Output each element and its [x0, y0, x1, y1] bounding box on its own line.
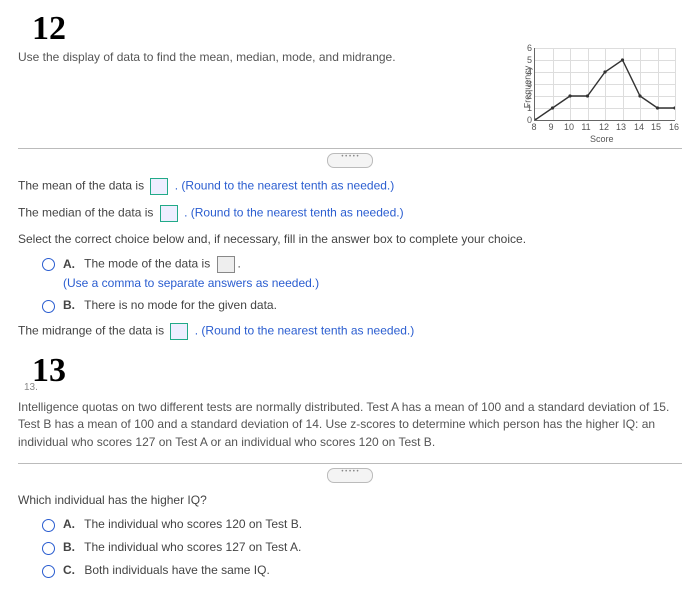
q13-paragraph: Intelligence quotas on two different tes… [18, 399, 682, 451]
option-text: The individual who scores 120 on Test B. [84, 517, 302, 531]
median-hint: . (Round to the nearest tenth as needed.… [184, 206, 403, 220]
xtick: 12 [596, 122, 612, 132]
chart-line [535, 48, 675, 120]
q13-option-b[interactable]: B. The individual who scores 127 on Test… [42, 540, 682, 555]
q13-question: Which individual has the higher IQ? [18, 493, 682, 507]
printed-q13-number: 13. [24, 382, 682, 393]
ytick: 3 [520, 79, 532, 89]
midrange-line: The midrange of the data is . (Round to … [18, 323, 682, 340]
radio-icon[interactable] [42, 565, 55, 578]
mean-input[interactable] [150, 178, 168, 195]
section-divider [18, 463, 682, 464]
section-divider [18, 148, 682, 149]
radio-icon[interactable] [42, 519, 55, 532]
q13-option-a[interactable]: A. The individual who scores 120 on Test… [42, 517, 682, 532]
xtick: 9 [543, 122, 559, 132]
option-hint: (Use a comma to separate answers as need… [63, 276, 319, 290]
chart-plot-area [534, 48, 675, 121]
handwritten-q12: 12 [32, 12, 682, 46]
midrange-pre: The midrange of the data is [18, 324, 167, 338]
option-label: B. [63, 540, 75, 554]
option-text: There is no mode for the given data. [84, 298, 277, 312]
q12-option-a[interactable]: A. The mode of the data is . (Use a comm… [42, 256, 682, 290]
mode-input[interactable] [217, 256, 235, 273]
midrange-input[interactable] [170, 323, 188, 340]
median-line: The median of the data is . (Round to th… [18, 205, 682, 222]
xtick: 14 [631, 122, 647, 132]
option-text: Both individuals have the same IQ. [84, 563, 269, 577]
radio-icon[interactable] [42, 542, 55, 555]
xtick: 10 [561, 122, 577, 132]
frequency-chart: Frequency 6 5 4 3 2 1 0 [502, 44, 682, 136]
median-input[interactable] [160, 205, 178, 222]
ytick: 4 [520, 67, 532, 77]
mean-pre: The mean of the data is [18, 179, 147, 193]
q12-instruction: Use the display of data to find the mean… [18, 50, 396, 64]
ytick: 6 [520, 43, 532, 53]
ytick: 2 [520, 91, 532, 101]
xtick: 15 [648, 122, 664, 132]
xtick: 11 [578, 122, 594, 132]
option-label: C. [63, 563, 75, 577]
select-instruction: Select the correct choice below and, if … [18, 232, 682, 246]
median-pre: The median of the data is [18, 206, 157, 220]
xtick: 8 [526, 122, 542, 132]
option-text: The individual who scores 127 on Test A. [84, 540, 301, 554]
mean-hint: . (Round to the nearest tenth as needed.… [175, 179, 394, 193]
q13-option-c[interactable]: C. Both individuals have the same IQ. [42, 563, 682, 578]
midrange-hint: . (Round to the nearest tenth as needed.… [195, 324, 414, 338]
radio-icon[interactable] [42, 300, 55, 313]
ytick: 1 [520, 103, 532, 113]
ytick: 5 [520, 55, 532, 65]
option-text: The mode of the data is [84, 257, 213, 271]
divider-handle[interactable]: • • • • • [327, 153, 373, 168]
mean-line: The mean of the data is . (Round to the … [18, 178, 682, 195]
divider-handle[interactable]: • • • • • [327, 468, 373, 483]
q12-option-b[interactable]: B. There is no mode for the given data. [42, 298, 682, 313]
xtick: 16 [666, 122, 682, 132]
option-label: B. [63, 298, 75, 312]
option-label: A. [63, 257, 75, 271]
chart-xlabel: Score [590, 134, 614, 144]
xtick: 13 [613, 122, 629, 132]
radio-icon[interactable] [42, 258, 55, 271]
option-label: A. [63, 517, 75, 531]
